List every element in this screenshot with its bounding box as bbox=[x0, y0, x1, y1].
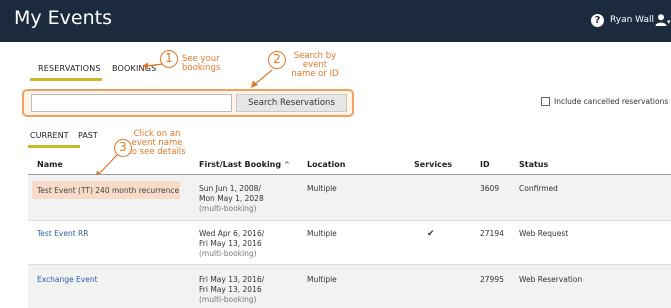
event-location: Multiple bbox=[307, 275, 337, 284]
booking-dates-line2: Fri May 13, 2016 bbox=[199, 285, 262, 294]
annotation-step-3-text: Click on an event name to see details bbox=[128, 129, 186, 157]
tab-current[interactable]: CURRENT bbox=[30, 131, 68, 140]
tab-reservations[interactable]: RESERVATIONS bbox=[38, 64, 101, 73]
user-name[interactable]: Ryan Wall bbox=[610, 15, 654, 25]
booking-dates-line1: Fri May 13, 2016/ bbox=[199, 275, 265, 284]
event-name[interactable]: Test Event RR bbox=[37, 229, 88, 239]
top-navigation-bar: My Events ? Ryan Wall ▾ bbox=[0, 0, 671, 42]
user-icon[interactable] bbox=[654, 13, 668, 27]
services-check-icon: ✔ bbox=[427, 229, 435, 239]
table-row bbox=[28, 265, 671, 308]
booking-dates-line2: Fri May 13, 2016 bbox=[199, 239, 262, 248]
booking-dates-line1: Wed Apr 6, 2016/ bbox=[199, 229, 265, 238]
event-status: Confirmed bbox=[519, 184, 558, 193]
column-header-id[interactable]: ID bbox=[480, 160, 490, 169]
annotation-step-1-marker: 1 bbox=[160, 50, 178, 68]
tab-reservations-underline bbox=[30, 78, 102, 81]
annotation-step-3-arrow bbox=[95, 154, 118, 178]
event-name[interactable]: Exchange Event bbox=[37, 275, 98, 285]
column-header-location[interactable]: Location bbox=[307, 160, 346, 169]
event-status: Web Reservation bbox=[519, 275, 583, 284]
booking-type: (multi-booking) bbox=[199, 295, 257, 304]
include-cancelled-checkbox[interactable] bbox=[541, 97, 550, 106]
column-header-services[interactable]: Services bbox=[414, 160, 452, 169]
booking-dates-line1: Sun Jun 1, 2008/ bbox=[199, 184, 261, 193]
annotation-step-1-arrow bbox=[142, 62, 164, 69]
booking-dates-line2: Mon May 1, 2028 bbox=[199, 194, 264, 203]
event-name[interactable]: Test Event (TT) 240 month recurrence bbox=[37, 186, 179, 196]
column-header-first-last-booking[interactable]: First/Last Booking ^ bbox=[199, 160, 290, 169]
event-location: Multiple bbox=[307, 184, 337, 193]
page-title: My Events bbox=[14, 7, 113, 29]
annotation-step-2-text: Search by event name or ID bbox=[291, 51, 339, 79]
sort-ascending-icon: ^ bbox=[283, 161, 290, 169]
search-input[interactable] bbox=[31, 94, 232, 112]
event-id: 27995 bbox=[480, 275, 504, 284]
tab-bookings[interactable]: BOOKINGS bbox=[112, 64, 156, 73]
event-location: Multiple bbox=[307, 229, 337, 238]
row-divider bbox=[28, 220, 671, 221]
include-cancelled-label: Include cancelled reservations bbox=[554, 97, 669, 106]
booking-type: (multi-booking) bbox=[199, 204, 257, 213]
annotation-step-2-arrow bbox=[251, 69, 273, 88]
annotation-step-1-text: See your bookings bbox=[182, 54, 221, 73]
search-reservations-button[interactable]: Search Reservations bbox=[236, 94, 347, 112]
event-status: Web Request bbox=[519, 229, 569, 238]
chevron-down-icon[interactable]: ▾ bbox=[667, 18, 671, 26]
event-id: 27194 bbox=[480, 229, 504, 238]
column-header-name[interactable]: Name bbox=[37, 160, 63, 169]
tab-past[interactable]: PAST bbox=[78, 131, 98, 140]
booking-type: (multi-booking) bbox=[199, 249, 257, 258]
column-header-status[interactable]: Status bbox=[519, 160, 548, 169]
help-icon[interactable]: ? bbox=[591, 14, 604, 27]
tab-current-underline bbox=[28, 145, 80, 148]
annotation-step-3-marker: 3 bbox=[114, 139, 132, 157]
column-header-first-last-label: First/Last Booking bbox=[199, 160, 282, 169]
annotation-step-2-marker: 2 bbox=[268, 51, 286, 69]
event-id: 3609 bbox=[480, 184, 500, 193]
